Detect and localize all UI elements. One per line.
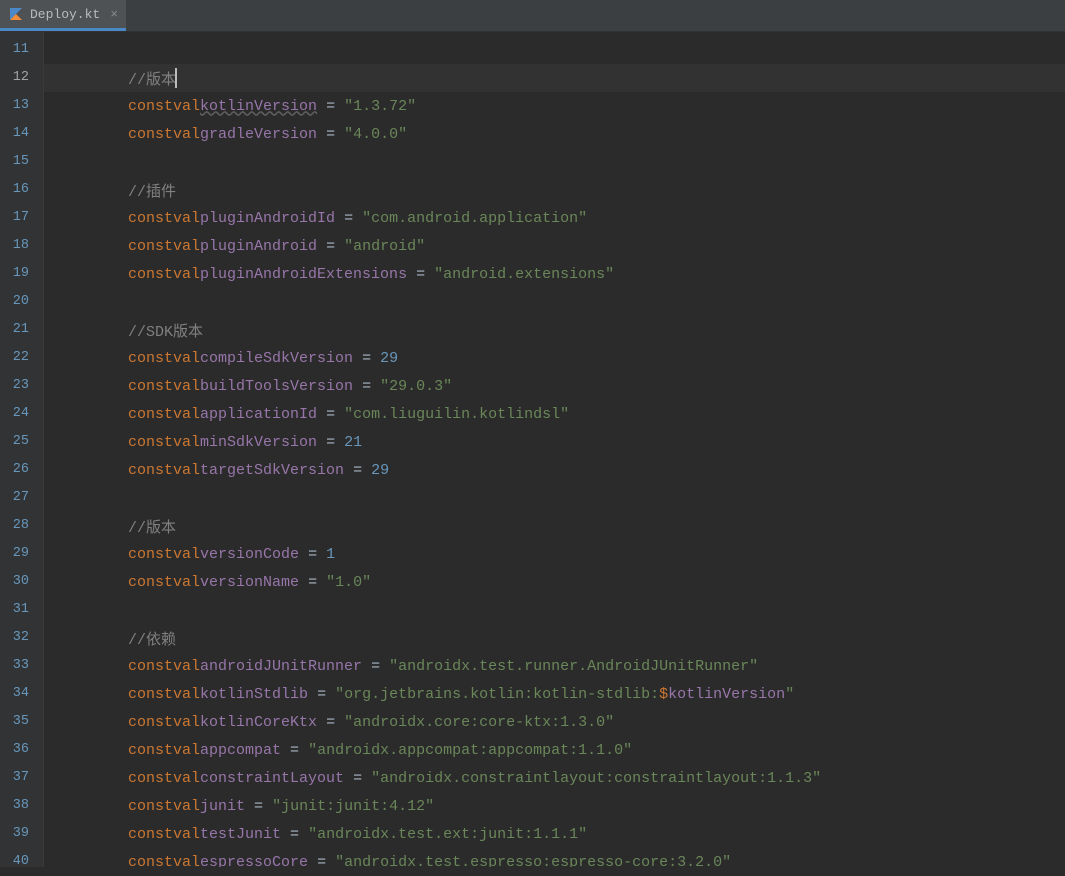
- code-line[interactable]: //依赖: [44, 624, 1065, 652]
- kotlin-file-icon: [8, 6, 24, 22]
- code-line[interactable]: const val testJunit = "androidx.test.ext…: [44, 820, 1065, 848]
- code-line[interactable]: const val junit = "junit:junit:4.12": [44, 792, 1065, 820]
- comment: //SDK版本: [128, 320, 203, 341]
- code-line[interactable]: const val pluginAndroidExtensions = "and…: [44, 260, 1065, 288]
- line-number: 14: [0, 120, 43, 148]
- line-number: 24: [0, 400, 43, 428]
- line-number: 18: [0, 232, 43, 260]
- code-line[interactable]: const val applicationId = "com.liuguilin…: [44, 400, 1065, 428]
- line-number: 27: [0, 484, 43, 512]
- line-number: 19: [0, 260, 43, 288]
- line-number: 32: [0, 624, 43, 652]
- line-number: 23: [0, 372, 43, 400]
- code-line[interactable]: const val gradleVersion = "4.0.0": [44, 120, 1065, 148]
- caret: [175, 68, 177, 88]
- code-line[interactable]: //插件: [44, 176, 1065, 204]
- code-line[interactable]: [44, 288, 1065, 316]
- comment: //依赖: [128, 628, 176, 649]
- comment: //版本: [128, 516, 176, 537]
- code-line[interactable]: const val versionCode = 1: [44, 540, 1065, 568]
- comment: //版本: [128, 68, 176, 89]
- close-icon[interactable]: ×: [110, 7, 118, 22]
- line-number: 16: [0, 176, 43, 204]
- code-line[interactable]: [44, 596, 1065, 624]
- code-line[interactable]: const val versionName = "1.0": [44, 568, 1065, 596]
- line-number: 17: [0, 204, 43, 232]
- code-line[interactable]: const val kotlinVersion = "1.3.72": [44, 92, 1065, 120]
- code-line[interactable]: const val compileSdkVersion = 29: [44, 344, 1065, 372]
- code-line[interactable]: const val constraintLayout = "androidx.c…: [44, 764, 1065, 792]
- line-number: 29: [0, 540, 43, 568]
- line-number: 15: [0, 148, 43, 176]
- code-line[interactable]: [44, 148, 1065, 176]
- code-line[interactable]: const val appcompat = "androidx.appcompa…: [44, 736, 1065, 764]
- line-number: 28: [0, 512, 43, 540]
- line-number: 12: [0, 64, 43, 92]
- file-tab-deploy[interactable]: Deploy.kt ×: [0, 0, 126, 31]
- line-number: 30: [0, 568, 43, 596]
- line-number: 38: [0, 792, 43, 820]
- code-line[interactable]: const val minSdkVersion = 21: [44, 428, 1065, 456]
- line-number: 22: [0, 344, 43, 372]
- code-area[interactable]: //版本const val kotlinVersion = "1.3.72"co…: [44, 32, 1065, 867]
- line-number: 39: [0, 820, 43, 848]
- line-number: 37: [0, 764, 43, 792]
- line-number: 40: [0, 848, 43, 876]
- code-line[interactable]: const val kotlinStdlib = "org.jetbrains.…: [44, 680, 1065, 708]
- tab-bar: Deploy.kt ×: [0, 0, 1065, 32]
- code-line[interactable]: //版本: [44, 512, 1065, 540]
- line-number: 34: [0, 680, 43, 708]
- tab-filename: Deploy.kt: [30, 7, 100, 22]
- code-line[interactable]: const val espressoCore = "androidx.test.…: [44, 848, 1065, 867]
- line-number: 31: [0, 596, 43, 624]
- line-number: 20: [0, 288, 43, 316]
- code-line[interactable]: //版本: [44, 64, 1065, 92]
- line-number: 11: [0, 36, 43, 64]
- line-number: 36: [0, 736, 43, 764]
- line-number: 35: [0, 708, 43, 736]
- code-line[interactable]: //SDK版本: [44, 316, 1065, 344]
- code-line[interactable]: const val kotlinCoreKtx = "androidx.core…: [44, 708, 1065, 736]
- editor: 1112131415161718192021222324252627282930…: [0, 32, 1065, 867]
- code-line[interactable]: const val targetSdkVersion = 29: [44, 456, 1065, 484]
- line-number: 26: [0, 456, 43, 484]
- line-number: 33: [0, 652, 43, 680]
- code-line[interactable]: const val androidJUnitRunner = "androidx…: [44, 652, 1065, 680]
- code-line[interactable]: const val pluginAndroidId = "com.android…: [44, 204, 1065, 232]
- code-line[interactable]: const val pluginAndroid = "android": [44, 232, 1065, 260]
- comment: //插件: [128, 180, 176, 201]
- code-line[interactable]: [44, 36, 1065, 64]
- code-line[interactable]: [44, 484, 1065, 512]
- line-number: 25: [0, 428, 43, 456]
- line-number-gutter: 1112131415161718192021222324252627282930…: [0, 32, 44, 867]
- line-number: 21: [0, 316, 43, 344]
- code-line[interactable]: const val buildToolsVersion = "29.0.3": [44, 372, 1065, 400]
- line-number: 13: [0, 92, 43, 120]
